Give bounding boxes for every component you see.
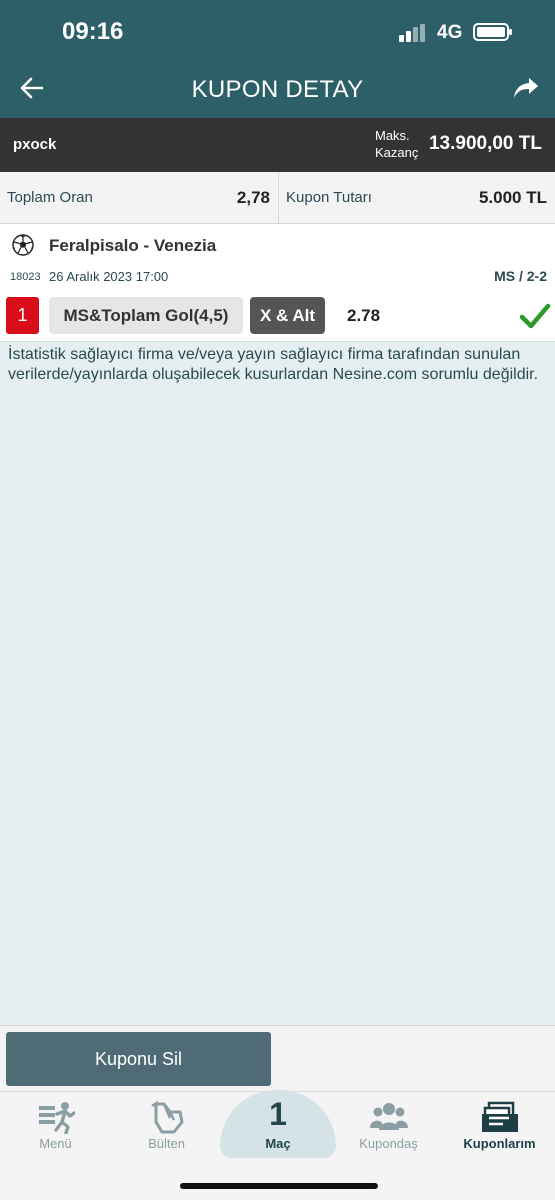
coupons-icon bbox=[481, 1101, 518, 1132]
tab-menu-label: Menü bbox=[39, 1136, 72, 1151]
coupon-amount-value: 5.000 TL bbox=[478, 188, 547, 207]
tab-kupondas-label: Kupondaş bbox=[359, 1136, 418, 1151]
match-date: 26 Aralık 2023 17:00 bbox=[49, 269, 169, 284]
coupon-amount-cell: Kupon Tutarı 5.000 TL bbox=[279, 172, 555, 224]
total-odds-value: 2,78 bbox=[236, 188, 270, 207]
action-bar: Kuponu Sil bbox=[0, 1025, 555, 1091]
coupon-amount-label: Kupon Tutarı bbox=[286, 189, 372, 206]
menu-runner-icon bbox=[38, 1102, 75, 1134]
bet-market: MS&Toplam Gol(4,5) bbox=[49, 297, 243, 334]
top-nav: KUPON DETAY bbox=[0, 60, 555, 118]
share-icon[interactable] bbox=[512, 74, 540, 102]
disclaimer-text: İstatistik sağlayıcı firma ve/veya yayın… bbox=[8, 346, 539, 383]
match-teams: Feralpisalo - Venezia bbox=[49, 236, 217, 255]
coupon-totals: Toplam Oran 2,78 Kupon Tutarı 5.000 TL bbox=[0, 172, 555, 224]
tab-bulletin[interactable]: Bülten bbox=[111, 1092, 222, 1162]
home-indicator bbox=[180, 1183, 378, 1189]
status-time: 09:16 bbox=[62, 18, 124, 45]
network-type: 4G bbox=[437, 22, 463, 43]
match-code: 18023 bbox=[10, 271, 41, 283]
username: pxock bbox=[13, 136, 57, 153]
max-win-value: 13.900,00 TL bbox=[428, 133, 542, 154]
status-bar: 09:16 4G bbox=[0, 0, 555, 60]
signal-icon bbox=[399, 24, 427, 42]
tab-match-label: Maç bbox=[265, 1136, 291, 1151]
match-card[interactable]: Feralpisalo - Venezia 18023 26 Aralık 20… bbox=[0, 224, 555, 342]
users-icon bbox=[369, 1103, 408, 1130]
won-check-icon bbox=[519, 303, 551, 329]
battery-icon bbox=[473, 23, 512, 41]
page-title: KUPON DETAY bbox=[191, 76, 364, 103]
tab-menu[interactable]: Menü bbox=[0, 1092, 111, 1162]
match-count: 1 bbox=[269, 1096, 287, 1132]
total-odds-label: Toplam Oran bbox=[7, 189, 93, 206]
tab-bulletin-label: Bülten bbox=[148, 1136, 185, 1151]
max-win-label: Maks. Kazanç bbox=[375, 128, 419, 160]
bottom-tab-bar: Menü Bülten 1 Maç Kupondaş Kuponlarım bbox=[0, 1090, 555, 1200]
tab-match[interactable]: 1 Maç bbox=[220, 1090, 336, 1158]
tab-coupons-label: Kuponlarım bbox=[463, 1136, 536, 1151]
match-number-badge: 1 bbox=[6, 297, 39, 334]
total-odds-cell: Toplam Oran 2,78 bbox=[0, 172, 279, 224]
bulletin-hand-icon bbox=[150, 1100, 183, 1134]
match-result: MS / 2-2 bbox=[494, 268, 547, 284]
tab-kupondas[interactable]: Kupondaş bbox=[333, 1092, 444, 1162]
bet-pick: X & Alt bbox=[250, 297, 325, 334]
tab-coupons[interactable]: Kuponlarım bbox=[444, 1092, 555, 1162]
bet-odd: 2.78 bbox=[347, 306, 381, 325]
delete-coupon-button[interactable]: Kuponu Sil bbox=[6, 1032, 271, 1086]
user-bar: pxock Maks. Kazanç 13.900,00 TL bbox=[0, 118, 555, 172]
football-icon bbox=[12, 234, 34, 256]
